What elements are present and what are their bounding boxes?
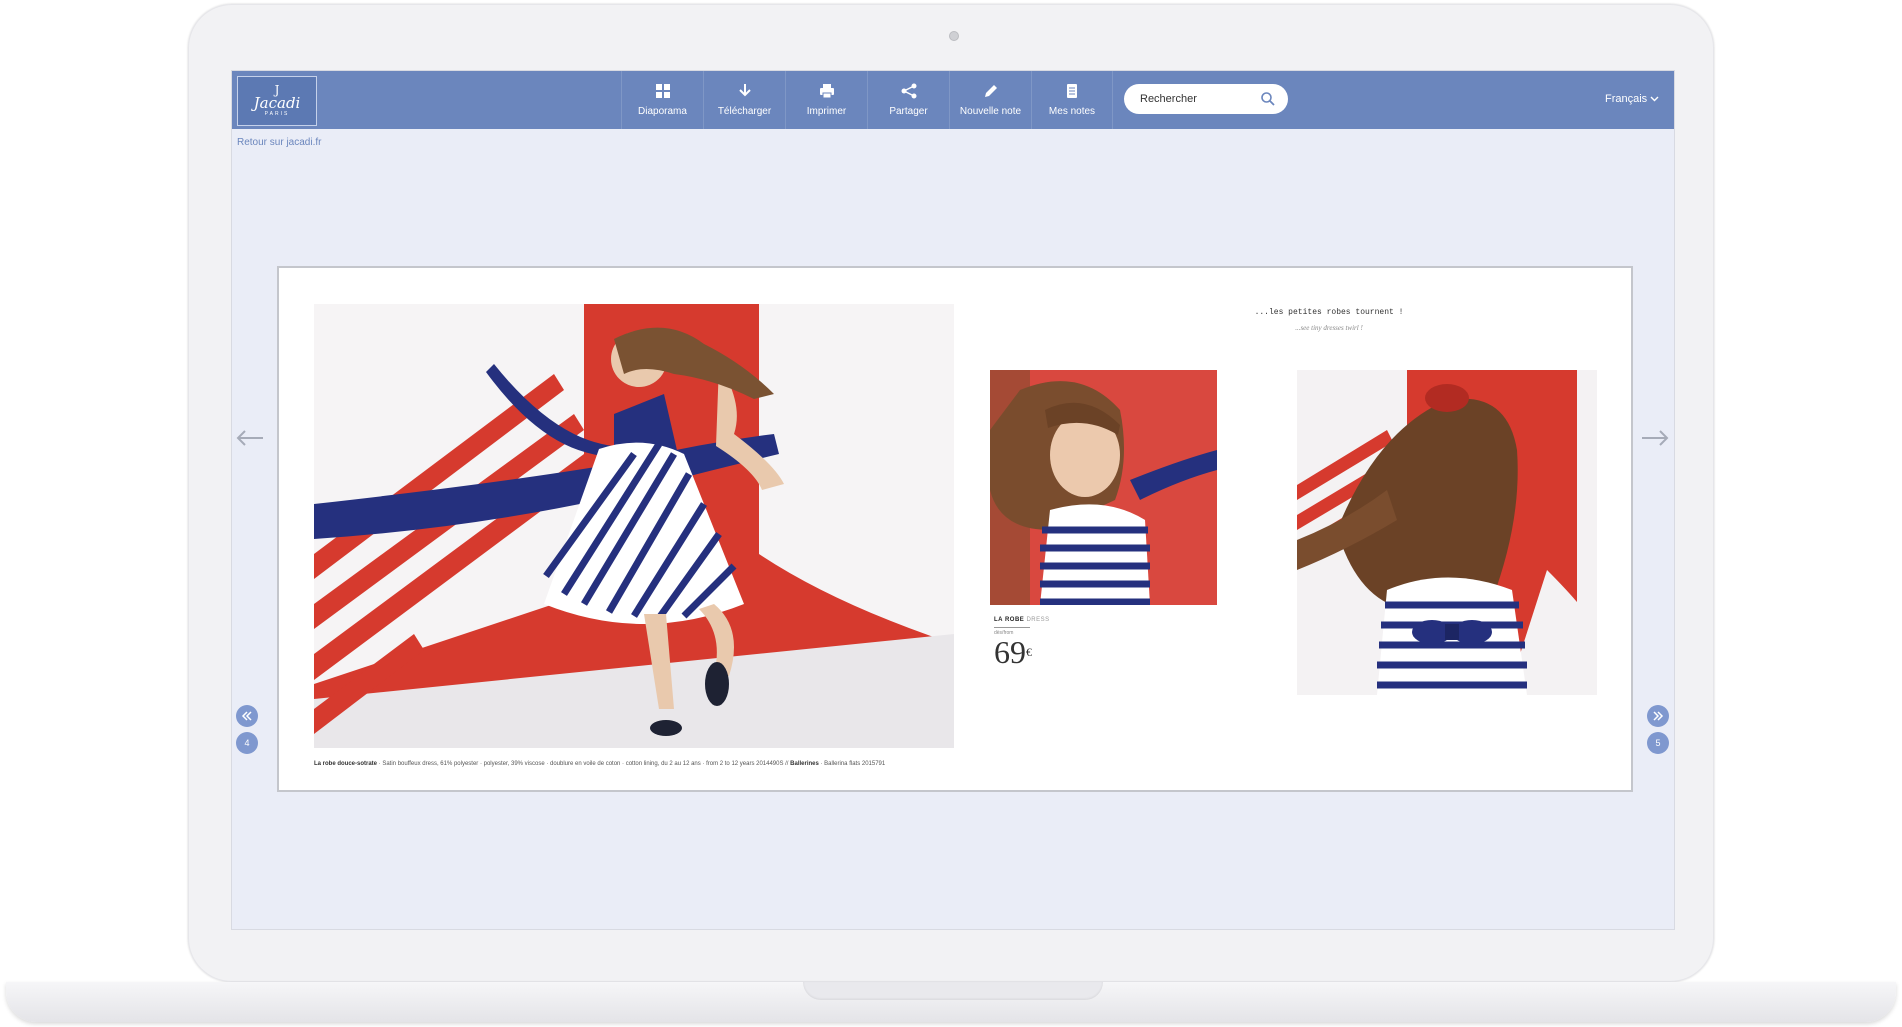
main-photo: [314, 304, 954, 748]
logo-subline: PARIS: [264, 111, 290, 117]
catalog-spread: La robe douce-sotrate · Satin bouffeux d…: [277, 266, 1633, 792]
spread-subheading: ...see tiny dresses twirl !: [1295, 324, 1363, 332]
product-name-en: DRESS: [1026, 617, 1050, 623]
product-name: LA ROBE DRESS: [994, 617, 1050, 623]
price-currency: €: [1026, 645, 1032, 659]
main-photo-illustration: [314, 304, 954, 748]
download-icon: [738, 84, 751, 97]
logo-text: Jacadi: [253, 94, 301, 112]
back-view-photo: [1297, 370, 1597, 695]
spread-heading: ...les petites robes tournent !: [1254, 308, 1404, 317]
next-page-number[interactable]: 5: [1647, 732, 1669, 754]
print-label: Imprimer: [806, 106, 847, 117]
print-icon: [819, 84, 834, 99]
share-button[interactable]: Partager: [867, 71, 949, 129]
language-label: Français: [1605, 93, 1648, 105]
download-button[interactable]: Télécharger: [703, 71, 785, 129]
price-value: 69: [994, 634, 1026, 670]
double-chevron-left-icon: [241, 711, 252, 721]
search-box: [1124, 84, 1288, 114]
toolbar-tools: Diaporama Télécharger Imprimer Partager …: [621, 71, 1113, 129]
search-icon[interactable]: [1260, 91, 1276, 107]
grid-icon: [655, 84, 670, 98]
laptop-base: [6, 982, 1896, 1022]
caption-text: · Satin bouffeux dress, 61% polyester · …: [377, 761, 791, 767]
first-page-button[interactable]: [236, 705, 258, 727]
laptop-base-notch: [803, 982, 1103, 1000]
toolbar: J Jacadi PARIS Diaporama Télécharger Imp…: [232, 71, 1674, 129]
webcam: [949, 31, 959, 41]
share-icon: [901, 83, 916, 99]
share-label: Partager: [889, 106, 928, 117]
portrait-photo-illustration: [990, 370, 1217, 605]
diaporama-label: Diaporama: [638, 106, 687, 117]
main-photo-caption: La robe douce-sotrate · Satin bouffeux d…: [314, 761, 885, 767]
back-view-photo-illustration: [1297, 370, 1597, 695]
prev-page-number[interactable]: 4: [236, 732, 258, 754]
my-notes-label: Mes notes: [1048, 106, 1096, 117]
next-page-arrow[interactable]: [1640, 428, 1670, 448]
caption-text-2: · Ballerina flats 2015791: [818, 761, 886, 767]
caption-bold-2: Ballerines: [790, 761, 819, 767]
product-price-block: LA ROBE DRESS dès/from 69€: [994, 617, 1050, 668]
new-note-label: Nouvelle note: [959, 106, 1022, 117]
download-label: Télécharger: [717, 106, 772, 117]
notes-icon: [1067, 84, 1077, 98]
product-name-fr: LA ROBE: [994, 617, 1025, 623]
product-price: 69€: [994, 636, 1050, 668]
my-notes-button[interactable]: Mes notes: [1031, 71, 1113, 129]
previous-page-arrow[interactable]: [235, 428, 265, 448]
back-to-site-link[interactable]: Retour sur jacadi.fr: [237, 137, 321, 148]
product-divider: [994, 627, 1030, 628]
language-selector[interactable]: Français: [1605, 93, 1659, 105]
caption-bold: La robe douce-sotrate: [314, 761, 378, 767]
chevron-down-icon: [1650, 96, 1659, 102]
jacadi-logo[interactable]: J Jacadi PARIS: [237, 76, 317, 126]
last-page-button[interactable]: [1647, 705, 1669, 727]
diaporama-button[interactable]: Diaporama: [621, 71, 703, 129]
new-note-button[interactable]: Nouvelle note: [949, 71, 1031, 129]
portrait-photo: [990, 370, 1217, 605]
screen: J Jacadi PARIS Diaporama Télécharger Imp…: [231, 70, 1675, 930]
double-chevron-right-icon: [1653, 711, 1664, 721]
search-input[interactable]: [1140, 93, 1260, 105]
pencil-icon: [984, 85, 997, 97]
print-button[interactable]: Imprimer: [785, 71, 867, 129]
